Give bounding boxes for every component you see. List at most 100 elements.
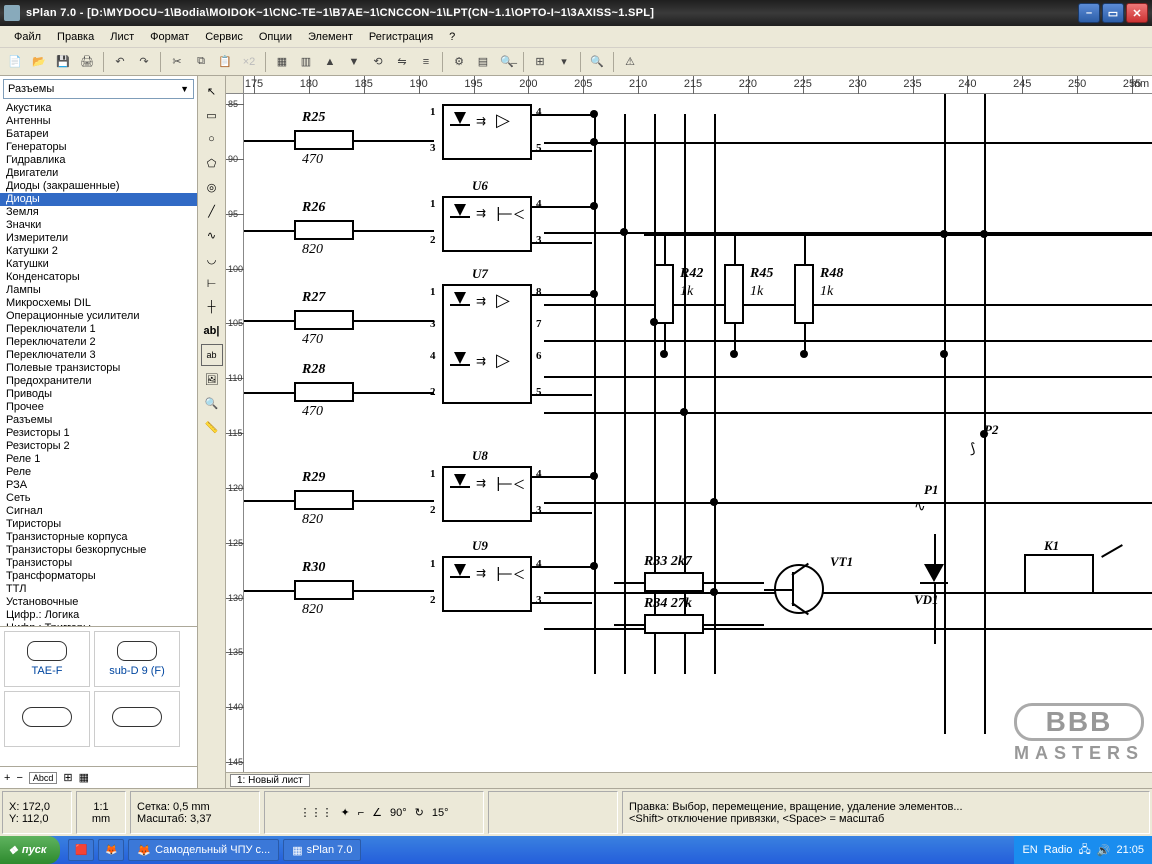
symbol-item[interactable]: sub-D 9 (F) <box>94 631 180 687</box>
library-item[interactable]: Диоды <box>0 193 197 206</box>
menu-item[interactable]: Элемент <box>300 29 361 45</box>
library-item[interactable]: Генераторы <box>0 141 197 154</box>
start-button[interactable]: ❖пуск <box>0 836 60 864</box>
library-item[interactable]: Лампы <box>0 284 197 297</box>
library-item[interactable]: Антенны <box>0 115 197 128</box>
text-tool[interactable]: ab| <box>201 320 223 342</box>
minimize-button[interactable]: – <box>1078 3 1100 23</box>
grid-mode-icon[interactable]: ⊞ <box>63 771 72 784</box>
library-item[interactable]: Резисторы 1 <box>0 427 197 440</box>
close-button[interactable]: ✕ <box>1126 3 1148 23</box>
snap-icon[interactable]: ✦ <box>340 806 349 819</box>
library-item[interactable]: Трансформаторы <box>0 570 197 583</box>
library-item[interactable]: Приводы <box>0 388 197 401</box>
group-icon[interactable]: ▦ <box>271 51 293 73</box>
list-mode-icon[interactable]: ▦ <box>79 771 89 784</box>
library-item[interactable]: Транзисторные корпуса <box>0 531 197 544</box>
collapse-icon[interactable]: − <box>16 772 22 784</box>
open-icon[interactable]: 📂 <box>28 51 50 73</box>
grid-dots-icon[interactable]: ⋮⋮⋮ <box>299 806 332 819</box>
library-item[interactable]: Гидравлика <box>0 154 197 167</box>
save-icon[interactable]: 💾 <box>52 51 74 73</box>
menu-item[interactable]: Формат <box>142 29 197 45</box>
schematic-canvas[interactable]: BBB MASTERS R25470R26820R27470R28470R298… <box>244 94 1152 772</box>
library-item[interactable]: Предохранители <box>0 375 197 388</box>
library-item[interactable]: РЗА <box>0 479 197 492</box>
library-item[interactable]: Транзисторы безкорпусные <box>0 544 197 557</box>
library-item[interactable]: Акустика <box>0 102 197 115</box>
taskbar-task[interactable]: 🦊Самодельный ЧПУ с... <box>128 839 279 861</box>
angle-icon[interactable]: ∠ <box>372 806 382 819</box>
library-item[interactable]: Измерители <box>0 232 197 245</box>
library-item[interactable]: Цифр.: Логика <box>0 609 197 622</box>
measure-tool[interactable]: 📏 <box>201 416 223 438</box>
menu-item[interactable]: Сервис <box>197 29 251 45</box>
quicklaunch-icon[interactable]: 🟥 <box>68 839 94 861</box>
pointer-tool[interactable]: ↖ <box>201 80 223 102</box>
quicklaunch-icon[interactable]: 🦊 <box>98 839 124 861</box>
warn-icon[interactable]: ⚠ <box>619 51 641 73</box>
grid-dd-icon[interactable]: ▾ <box>553 51 575 73</box>
front-icon[interactable]: ▲ <box>319 51 341 73</box>
circle-tool[interactable]: ○ <box>201 128 223 150</box>
menu-item[interactable]: Опции <box>251 29 300 45</box>
library-item[interactable]: Микросхемы DIL <box>0 297 197 310</box>
search-icon[interactable]: 🔍̶ <box>496 51 518 73</box>
menu-item[interactable]: ? <box>441 29 463 45</box>
library-item[interactable]: Диоды (закрашенные) <box>0 180 197 193</box>
component-icon[interactable]: ⚙ <box>448 51 470 73</box>
print-icon[interactable]: 🖨 <box>76 51 98 73</box>
library-item[interactable]: Установочные <box>0 596 197 609</box>
library-item[interactable]: Конденсаторы <box>0 271 197 284</box>
maximize-button[interactable]: ▭ <box>1102 3 1124 23</box>
list-icon[interactable]: ▤ <box>472 51 494 73</box>
library-item[interactable]: Операционные усилители <box>0 310 197 323</box>
mirror-icon[interactable]: ⇋ <box>391 51 413 73</box>
ungroup-icon[interactable]: ▥ <box>295 51 317 73</box>
image-tool[interactable]: 🖼 <box>201 368 223 390</box>
rect-tool[interactable]: ▭ <box>201 104 223 126</box>
tray-lang[interactable]: EN <box>1022 844 1037 856</box>
taskbar-task[interactable]: ▦sPlan 7.0 <box>283 839 361 861</box>
menu-item[interactable]: Регистрация <box>361 29 441 45</box>
library-item[interactable]: Батареи <box>0 128 197 141</box>
symbol-item[interactable] <box>4 691 90 747</box>
copy-icon[interactable]: ⧉ <box>190 51 212 73</box>
tray-radio[interactable]: Radio <box>1044 844 1073 856</box>
undo-icon[interactable]: ↶ <box>109 51 131 73</box>
library-item[interactable]: Реле 1 <box>0 453 197 466</box>
library-item[interactable]: Реле <box>0 466 197 479</box>
menu-item[interactable]: Файл <box>6 29 49 45</box>
library-item[interactable]: Катушки <box>0 258 197 271</box>
library-item[interactable]: Прочее <box>0 401 197 414</box>
library-item[interactable]: Земля <box>0 206 197 219</box>
paste2-icon[interactable]: ×2 <box>238 51 260 73</box>
tray-vol-icon[interactable]: 🔊 <box>1097 844 1111 857</box>
symbol-item[interactable] <box>94 691 180 747</box>
library-item[interactable]: ТТЛ <box>0 583 197 596</box>
library-combo[interactable]: Разъемы ▼ <box>3 79 194 99</box>
zoom-icon[interactable]: 🔍 <box>586 51 608 73</box>
rotate-step-icon[interactable]: ↻ <box>415 806 424 819</box>
sheet-tab[interactable]: 1: Новый лист <box>230 774 310 787</box>
back-icon[interactable]: ▼ <box>343 51 365 73</box>
redo-icon[interactable]: ↷ <box>133 51 155 73</box>
zoom-tool[interactable]: 🔍 <box>201 392 223 414</box>
library-item[interactable]: Разъемы <box>0 414 197 427</box>
poly-tool[interactable]: ⬠ <box>201 152 223 174</box>
new-icon[interactable]: 📄 <box>4 51 26 73</box>
library-item[interactable]: Катушки 2 <box>0 245 197 258</box>
menu-item[interactable]: Лист <box>102 29 142 45</box>
curve-tool[interactable]: ∿ <box>201 224 223 246</box>
grid-icon[interactable]: ⊞ <box>529 51 551 73</box>
library-list[interactable]: АкустикаАнтенныБатареиГенераторыГидравли… <box>0 102 197 626</box>
library-item[interactable]: Полевые транзисторы <box>0 362 197 375</box>
library-item[interactable]: Транзисторы <box>0 557 197 570</box>
library-item[interactable]: Двигатели <box>0 167 197 180</box>
symbol-item[interactable]: TAE-F <box>4 631 90 687</box>
library-item[interactable]: Переключатели 2 <box>0 336 197 349</box>
arc-tool[interactable]: ◡ <box>201 248 223 270</box>
menu-item[interactable]: Правка <box>49 29 102 45</box>
align-icon[interactable]: ≡ <box>415 51 437 73</box>
textbox-tool[interactable]: ab <box>201 344 223 366</box>
